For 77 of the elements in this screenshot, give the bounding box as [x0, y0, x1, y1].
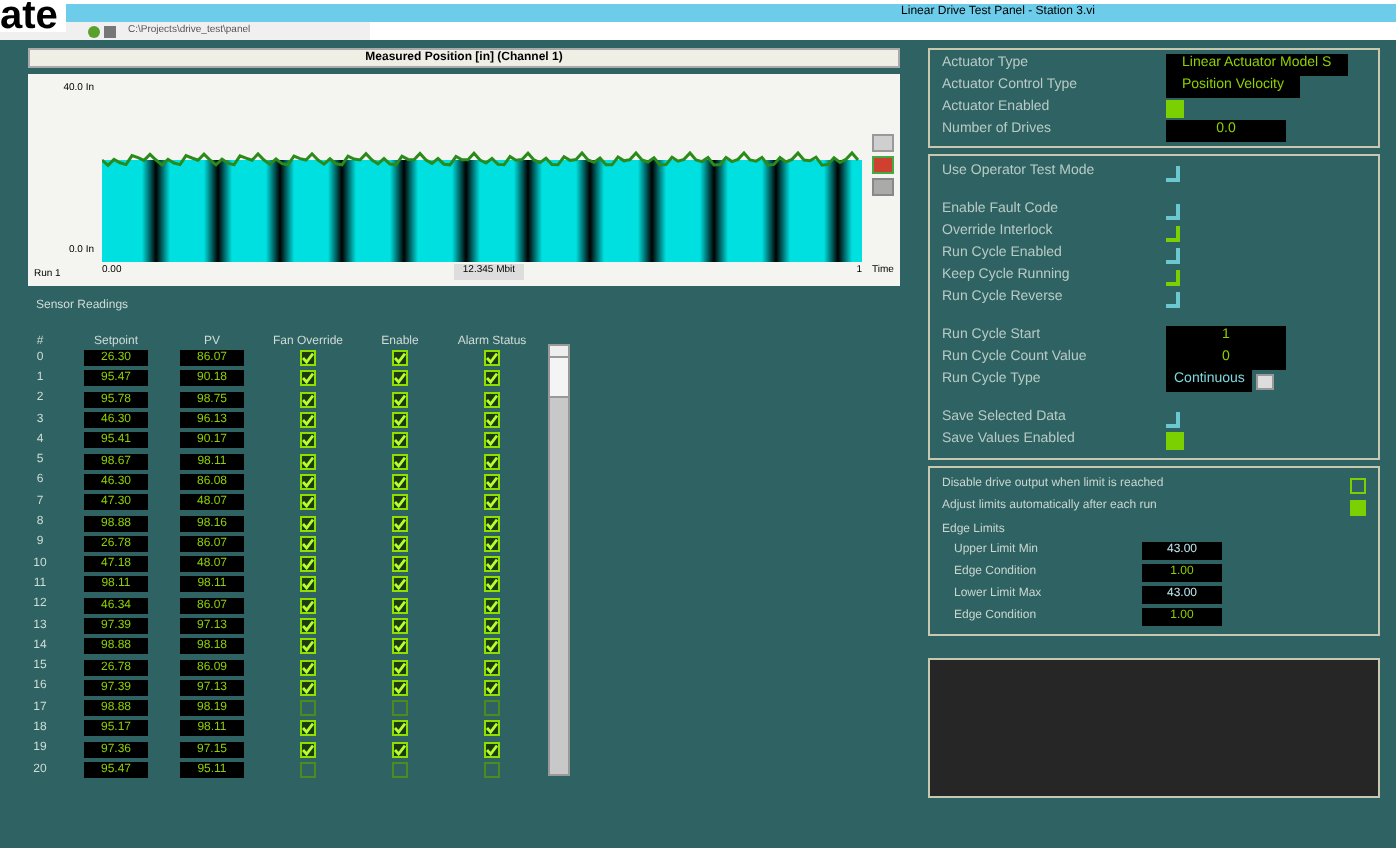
checkbox[interactable]: [392, 741, 408, 758]
stop-icon[interactable]: [104, 25, 116, 37]
checkbox[interactable]: [300, 391, 316, 408]
toggle-switch[interactable]: [1166, 269, 1180, 285]
checkbox[interactable]: [1350, 499, 1366, 515]
checkbox[interactable]: [300, 576, 316, 593]
toggle-switch[interactable]: [1166, 165, 1180, 181]
checkbox[interactable]: [484, 494, 500, 511]
checkbox[interactable]: [484, 597, 500, 614]
checkbox[interactable]: [484, 432, 500, 449]
checkbox[interactable]: [484, 762, 500, 779]
checkbox[interactable]: [484, 412, 500, 429]
checkbox[interactable]: [392, 659, 408, 676]
checkbox[interactable]: [300, 370, 316, 387]
checkbox[interactable]: [484, 659, 500, 676]
checkbox[interactable]: [484, 638, 500, 655]
checkbox[interactable]: [392, 700, 408, 717]
checkbox[interactable]: [484, 535, 500, 552]
checkbox[interactable]: [484, 453, 500, 470]
checkbox[interactable]: [484, 370, 500, 387]
checkbox[interactable]: [392, 391, 408, 408]
toggle-switch[interactable]: [1166, 203, 1180, 219]
checkbox[interactable]: [484, 679, 500, 696]
checkbox[interactable]: [300, 350, 316, 367]
overlay-text: ate: [0, 0, 66, 32]
checkbox[interactable]: [484, 741, 500, 758]
checkbox[interactable]: [300, 597, 316, 614]
checkbox[interactable]: [1350, 477, 1366, 493]
checkbox[interactable]: [300, 453, 316, 470]
checkbox[interactable]: [300, 720, 316, 737]
checkbox[interactable]: [300, 556, 316, 573]
checkbox[interactable]: [392, 679, 408, 696]
checkbox[interactable]: [484, 350, 500, 367]
checkbox[interactable]: [300, 679, 316, 696]
checkbox[interactable]: [392, 576, 408, 593]
checkbox[interactable]: [300, 700, 316, 717]
checkbox[interactable]: [300, 494, 316, 511]
scrollbar[interactable]: [548, 344, 570, 776]
scroll-thumb[interactable]: [550, 358, 568, 398]
checkbox[interactable]: [484, 515, 500, 532]
checkbox[interactable]: [484, 618, 500, 634]
run-icon[interactable]: [88, 25, 100, 37]
checkbox[interactable]: [300, 762, 316, 779]
toggle-switch[interactable]: [1166, 247, 1180, 263]
checkbox[interactable]: [300, 432, 316, 449]
checkbox[interactable]: [392, 556, 408, 573]
checkbox[interactable]: [300, 515, 316, 532]
toggle-switch[interactable]: [1166, 411, 1180, 427]
checkbox[interactable]: [300, 618, 316, 634]
checkbox[interactable]: [392, 494, 408, 511]
checkbox[interactable]: [484, 473, 500, 490]
checkbox[interactable]: [300, 412, 316, 429]
checkbox[interactable]: [484, 576, 500, 593]
checkbox[interactable]: [300, 638, 316, 655]
checkbox[interactable]: [392, 432, 408, 449]
checkbox[interactable]: [392, 597, 408, 614]
checkbox[interactable]: [392, 453, 408, 470]
checkbox[interactable]: [392, 762, 408, 779]
checkbox[interactable]: [300, 659, 316, 676]
checkbox[interactable]: [392, 350, 408, 367]
checkbox[interactable]: [300, 473, 316, 490]
checkbox[interactable]: [392, 618, 408, 634]
toggle-switch[interactable]: [1166, 291, 1180, 307]
checkbox[interactable]: [392, 412, 408, 429]
checkbox[interactable]: [300, 535, 316, 552]
checkbox[interactable]: [484, 391, 500, 408]
checkbox[interactable]: [484, 700, 500, 717]
checkbox[interactable]: [392, 535, 408, 552]
checkbox[interactable]: [484, 720, 500, 737]
checkbox[interactable]: [392, 515, 408, 532]
checkbox[interactable]: [300, 741, 316, 758]
checkbox[interactable]: [392, 720, 408, 737]
checkbox[interactable]: [392, 473, 408, 490]
toggle-switch[interactable]: [1166, 225, 1180, 241]
checkbox[interactable]: [484, 556, 500, 573]
checkbox[interactable]: [392, 370, 408, 387]
checkbox[interactable]: [392, 638, 408, 655]
